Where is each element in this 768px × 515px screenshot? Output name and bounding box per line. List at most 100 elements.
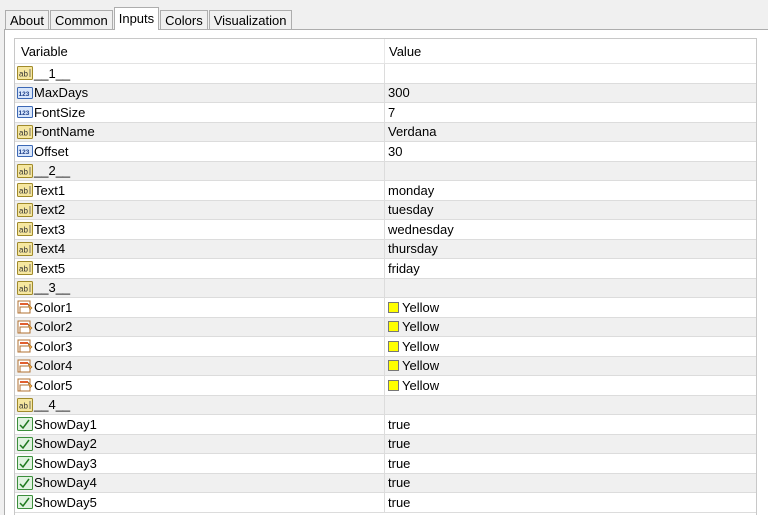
- value-cell[interactable]: Yellow: [385, 376, 439, 395]
- value-text: true: [388, 436, 411, 452]
- tab-common[interactable]: Common: [49, 10, 113, 29]
- table-row[interactable]: ab __3__: [15, 278, 756, 298]
- value-text: true: [388, 475, 411, 491]
- variable-cell: 123 MaxDays: [15, 83, 385, 102]
- tab-visualization[interactable]: Visualization: [208, 10, 292, 29]
- table-row[interactable]: Color1 Yellow: [15, 298, 756, 318]
- variable-name: Text5: [34, 260, 66, 276]
- table-row[interactable]: ShowDay4 true: [15, 473, 756, 493]
- value-text: monday: [388, 182, 435, 198]
- value-cell[interactable]: 7: [385, 103, 395, 122]
- variable-name: Text4: [34, 241, 66, 257]
- table-row[interactable]: ab __2__: [15, 161, 756, 181]
- table-row[interactable]: ShowDay5 true: [15, 493, 756, 513]
- value-cell[interactable]: Yellow: [385, 318, 439, 337]
- value-cell[interactable]: true: [385, 435, 410, 454]
- table-row[interactable]: 123 MaxDays 300: [15, 83, 756, 103]
- color-icon: [17, 339, 33, 353]
- variable-name: FontSize: [34, 104, 86, 120]
- integer-icon: 123: [17, 105, 33, 119]
- variable-name: Color3: [34, 338, 73, 354]
- table-row[interactable]: 123 FontSize 7: [15, 103, 756, 123]
- column-header-value[interactable]: Value: [385, 39, 421, 63]
- value-cell[interactable]: wednesday: [385, 220, 454, 239]
- table-row[interactable]: ab Text5 friday: [15, 259, 756, 279]
- variable-name: Color5: [34, 377, 73, 393]
- value-cell[interactable]: 300: [385, 84, 410, 103]
- value-cell[interactable]: Yellow: [385, 298, 439, 317]
- value-cell[interactable]: Yellow: [385, 357, 439, 376]
- table-row[interactable]: Color4 Yellow: [15, 356, 756, 376]
- variable-name: __4__: [34, 397, 71, 413]
- integer-icon: 123: [17, 144, 33, 158]
- variable-cell: ShowDay3: [15, 454, 385, 473]
- value-cell[interactable]: true: [385, 415, 410, 434]
- value-cell[interactable]: true: [385, 474, 410, 493]
- column-header-variable[interactable]: Variable: [15, 39, 385, 63]
- table-row[interactable]: Color5 Yellow: [15, 376, 756, 396]
- value-text: tuesday: [388, 202, 434, 218]
- variable-cell: ShowDay2: [15, 434, 385, 453]
- tab-about[interactable]: About: [5, 10, 49, 29]
- table-row[interactable]: ab Text1 monday: [15, 181, 756, 201]
- variable-cell: ab Text5: [15, 259, 385, 278]
- color-swatch: [388, 340, 399, 352]
- table-row[interactable]: ShowDay2 true: [15, 434, 756, 454]
- color-icon: [17, 378, 33, 392]
- value-cell[interactable]: [385, 162, 388, 181]
- svg-text:123: 123: [19, 110, 30, 117]
- color-swatch: [388, 321, 399, 333]
- svg-text:ab: ab: [19, 128, 28, 137]
- value-cell[interactable]: Yellow: [385, 337, 439, 356]
- bool-icon: [17, 456, 33, 471]
- variable-cell: Color3: [15, 337, 385, 356]
- bool-icon: [17, 417, 33, 432]
- table-row[interactable]: Color2 Yellow: [15, 317, 756, 337]
- value-text: true: [388, 455, 411, 471]
- value-cell[interactable]: friday: [385, 259, 420, 278]
- table-row[interactable]: ab __4__: [15, 395, 756, 415]
- value-cell[interactable]: 30: [385, 142, 402, 161]
- variable-name: Text3: [34, 221, 66, 237]
- value-cell[interactable]: [385, 396, 388, 415]
- table-row[interactable]: ShowDay3 true: [15, 454, 756, 474]
- value-cell[interactable]: [385, 279, 388, 298]
- tab-inputs[interactable]: Inputs: [113, 7, 160, 30]
- table-row[interactable]: Color3 Yellow: [15, 337, 756, 357]
- tab-colors[interactable]: Colors: [160, 10, 208, 29]
- variable-cell: Color5: [15, 376, 385, 395]
- table-row[interactable]: ab FontName Verdana: [15, 122, 756, 142]
- value-cell[interactable]: thursday: [385, 240, 438, 259]
- variable-cell: ab __1__: [15, 64, 385, 83]
- variable-cell: ab FontName: [15, 122, 385, 141]
- value-cell[interactable]: true: [385, 454, 410, 473]
- table-row[interactable]: 123 Offset 30: [15, 142, 756, 162]
- variable-name: Text2: [34, 202, 66, 218]
- value-cell[interactable]: true: [385, 493, 410, 512]
- svg-text:123: 123: [19, 91, 30, 98]
- value-cell[interactable]: tuesday: [385, 201, 434, 220]
- integer-icon: 123: [17, 86, 33, 100]
- string-icon: ab: [17, 222, 33, 237]
- variable-name: __2__: [34, 163, 71, 179]
- value-text: Yellow: [402, 299, 440, 315]
- variable-cell: ab Text2: [15, 200, 385, 219]
- string-icon: ab: [17, 202, 33, 217]
- variable-name: ShowDay3: [34, 455, 97, 471]
- svg-text:ab: ab: [19, 187, 28, 196]
- table-row[interactable]: ShowDay1 true: [15, 415, 756, 435]
- table-row[interactable]: ab Text2 tuesday: [15, 200, 756, 220]
- variable-name: Color2: [34, 319, 73, 335]
- table-row[interactable]: ab Text4 thursday: [15, 239, 756, 259]
- variable-name: ShowDay4: [34, 475, 97, 491]
- value-cell[interactable]: monday: [385, 181, 434, 200]
- variable-name: Offset: [34, 143, 69, 159]
- table-row[interactable]: ab Text3 wednesday: [15, 220, 756, 240]
- value-text: Yellow: [402, 319, 440, 335]
- value-cell[interactable]: [385, 64, 388, 83]
- value-text: friday: [388, 260, 420, 276]
- svg-text:ab: ab: [19, 70, 28, 79]
- color-swatch: [388, 301, 399, 313]
- value-cell[interactable]: Verdana: [385, 123, 436, 142]
- table-row[interactable]: ab __1__: [15, 64, 756, 84]
